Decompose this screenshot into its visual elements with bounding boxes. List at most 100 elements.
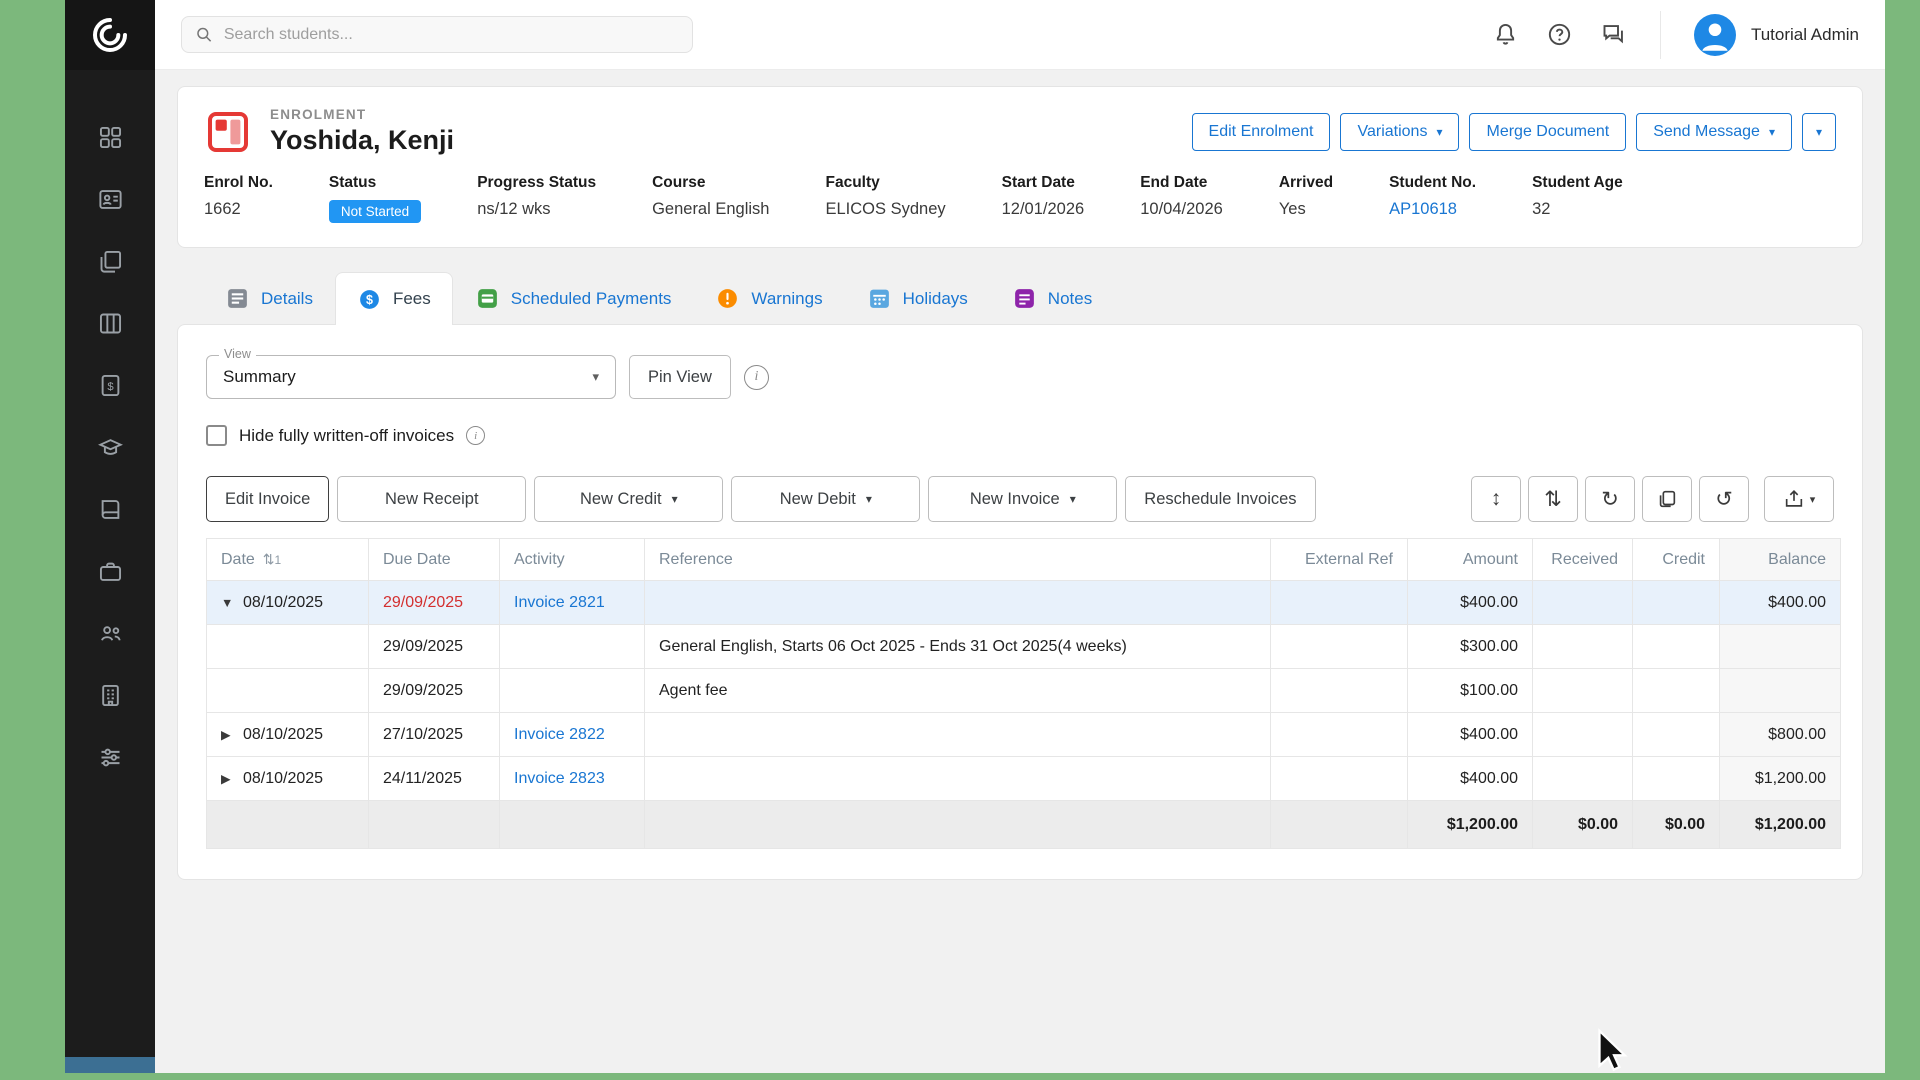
cell-received: [1533, 625, 1633, 669]
field-status: StatusNot Started: [329, 174, 421, 223]
invoice-link[interactable]: Invoice 2822: [514, 726, 605, 743]
enrolment-actions: Edit Enrolment Variations▾ Merge Documen…: [1192, 113, 1836, 151]
edit-enrolment-button[interactable]: Edit Enrolment: [1192, 113, 1331, 151]
cell-amount: $400.00: [1408, 581, 1533, 625]
cell-amount: $300.00: [1408, 625, 1533, 669]
tab-holidays[interactable]: Holidays: [845, 272, 990, 324]
column-label: Activity: [514, 551, 565, 568]
field-label: Student Age: [1532, 174, 1623, 192]
student-no-link[interactable]: AP10618: [1389, 200, 1457, 218]
search-box[interactable]: [181, 16, 693, 53]
sidebar-item-services[interactable]: [95, 556, 125, 586]
sidebar-item-agents[interactable]: [95, 618, 125, 648]
due-date-overdue: 29/09/2025: [383, 594, 463, 611]
variations-button[interactable]: Variations▾: [1340, 113, 1459, 151]
view-select[interactable]: View Summary ▾: [206, 355, 616, 399]
hide-writeoff-checkbox[interactable]: [206, 425, 227, 446]
row-expand-caret[interactable]: ▶: [221, 727, 243, 742]
column-header-received[interactable]: Received: [1533, 539, 1633, 581]
tab-warnings[interactable]: Warnings: [693, 272, 844, 324]
sidebar-item-courses[interactable]: [95, 494, 125, 524]
sliders-icon: [97, 744, 124, 771]
briefcase-icon: [97, 558, 124, 585]
field-course: CourseGeneral English: [652, 174, 769, 223]
chevron-down-icon: ▾: [592, 369, 599, 385]
view-info-icon[interactable]: i: [744, 365, 769, 390]
invoice-line-row: 29/09/2025 Agent fee $100.00: [207, 669, 1841, 713]
sidebar-item-dashboard[interactable]: [95, 122, 125, 152]
sidebar-item-boards[interactable]: [95, 308, 125, 338]
hide-writeoff-info-icon[interactable]: i: [466, 426, 485, 445]
chat-icon[interactable]: [1600, 21, 1627, 48]
export-button[interactable]: ▾: [1764, 476, 1834, 522]
info-glyph: i: [754, 369, 758, 385]
invoice-row: ▶08/10/2025 24/11/2025 Invoice 2823 $400…: [207, 757, 1841, 801]
field-label: Enrol No.: [204, 174, 273, 192]
cell-activity: [500, 625, 645, 669]
contact-card-icon: [97, 186, 124, 213]
column-label: Due Date: [383, 551, 451, 568]
column-header-external-ref[interactable]: External Ref: [1271, 539, 1408, 581]
merge-document-button[interactable]: Merge Document: [1469, 113, 1626, 151]
tab-label: Warnings: [751, 289, 822, 309]
column-header-reference[interactable]: Reference: [645, 539, 1271, 581]
sort-order: 1: [275, 553, 282, 567]
sidebar-item-settings[interactable]: [95, 742, 125, 772]
cell-amount: $100.00: [1408, 669, 1533, 713]
copy-button[interactable]: [1642, 476, 1692, 522]
tab-label: Notes: [1048, 289, 1092, 309]
sidebar-item-organisation[interactable]: [95, 680, 125, 710]
copy-icon: [1656, 488, 1678, 510]
column-header-balance[interactable]: Balance: [1720, 539, 1841, 581]
view-select-label: View: [219, 347, 256, 361]
chevron-down-icon: ▾: [1070, 492, 1076, 506]
reschedule-invoices-button[interactable]: Reschedule Invoices: [1125, 476, 1315, 522]
enrolment-header: ENROLMENT Yoshida, Kenji Edit Enrolment …: [178, 87, 1862, 162]
sidebar-item-documents[interactable]: [95, 246, 125, 276]
edit-invoice-label: Edit Invoice: [225, 490, 310, 509]
edit-invoice-button[interactable]: Edit Invoice: [206, 476, 329, 522]
row-collapse-caret[interactable]: ▼: [221, 596, 243, 610]
sidebar-item-finance[interactable]: $: [95, 370, 125, 400]
search-input[interactable]: [224, 26, 679, 44]
tab-fees[interactable]: $ Fees: [335, 272, 453, 325]
column-header-due-date[interactable]: Due Date: [369, 539, 500, 581]
column-header-date[interactable]: Date⇅1: [207, 539, 369, 581]
totals-empty-cell: [500, 801, 645, 849]
row-expand-caret[interactable]: ▶: [221, 771, 243, 786]
field-label: Arrived: [1279, 174, 1333, 192]
user-menu[interactable]: Tutorial Admin: [1694, 14, 1859, 56]
totals-row: $1,200.00 $0.00 $0.00 $1,200.00: [207, 801, 1841, 849]
column-header-credit[interactable]: Credit: [1633, 539, 1720, 581]
invoice-link[interactable]: Invoice 2823: [514, 770, 605, 787]
pin-view-button[interactable]: Pin View: [629, 355, 731, 399]
more-actions-button[interactable]: ▾: [1802, 113, 1836, 151]
column-header-amount[interactable]: Amount: [1408, 539, 1533, 581]
app-logo[interactable]: [65, 0, 155, 70]
cell-external-ref: [1271, 713, 1408, 757]
cell-received: [1533, 581, 1633, 625]
new-receipt-button[interactable]: New Receipt: [337, 476, 526, 522]
sidebar-item-academics[interactable]: [95, 432, 125, 462]
cell-date: [207, 625, 369, 669]
expand-all-rows-button[interactable]: ↕: [1471, 476, 1521, 522]
tab-scheduled-payments[interactable]: Scheduled Payments: [453, 272, 694, 324]
new-invoice-button[interactable]: New Invoice▾: [928, 476, 1117, 522]
tab-notes[interactable]: Notes: [990, 272, 1114, 324]
send-message-button[interactable]: Send Message▾: [1636, 113, 1792, 151]
new-credit-button[interactable]: New Credit▾: [534, 476, 723, 522]
collapse-all-rows-button[interactable]: ⇅: [1528, 476, 1578, 522]
sidebar-item-contacts[interactable]: [95, 184, 125, 214]
history-button[interactable]: ↺: [1699, 476, 1749, 522]
help-icon[interactable]: [1546, 21, 1573, 48]
cell-external-ref: [1271, 581, 1408, 625]
field-faculty: FacultyELICOS Sydney: [825, 174, 945, 223]
tab-details[interactable]: Details: [203, 272, 335, 324]
column-header-activity[interactable]: Activity: [500, 539, 645, 581]
hide-writeoff-row: Hide fully written-off invoices i: [206, 425, 1834, 446]
variations-label: Variations: [1357, 123, 1427, 141]
notifications-bell-icon[interactable]: [1492, 21, 1519, 48]
new-debit-button[interactable]: New Debit▾: [731, 476, 920, 522]
invoice-link[interactable]: Invoice 2821: [514, 594, 605, 611]
refresh-button[interactable]: ↻: [1585, 476, 1635, 522]
